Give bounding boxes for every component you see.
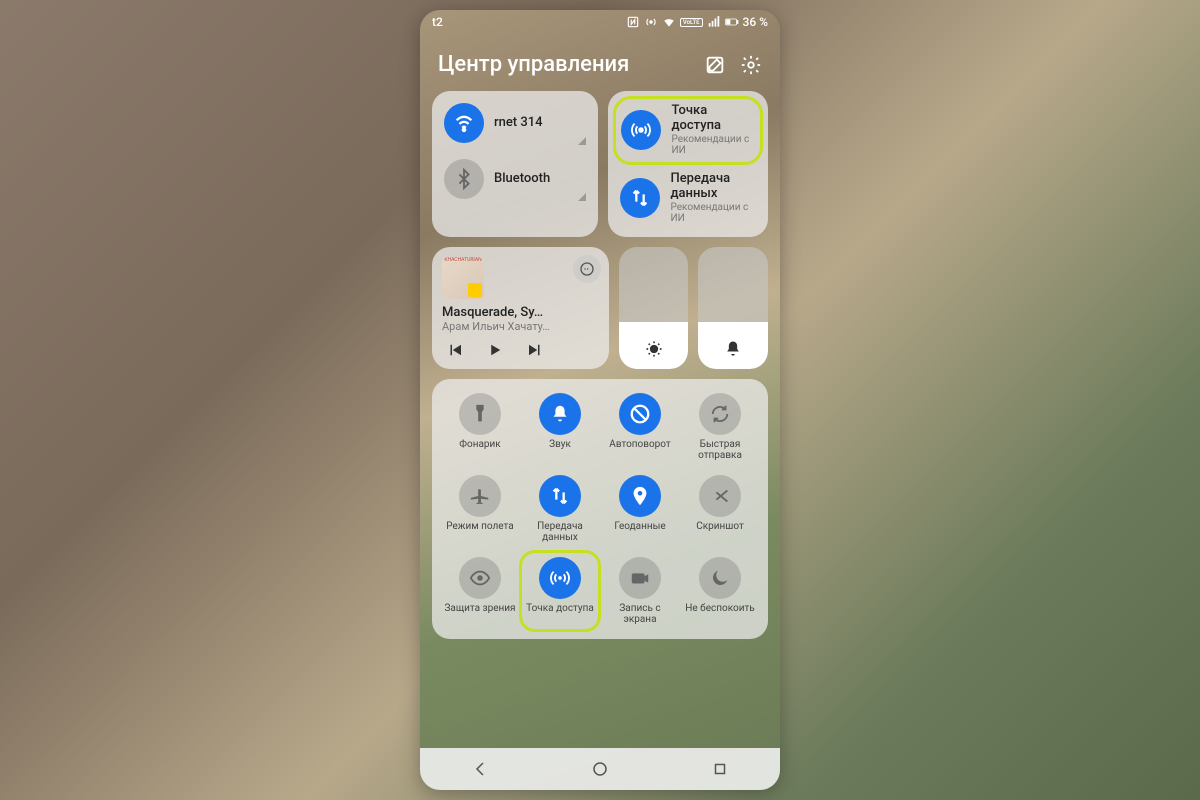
connectivity-panel-right: Точка доступа Рекомендации с ИИ Передача… bbox=[608, 91, 768, 237]
volte-icon: VoLTE bbox=[680, 18, 703, 27]
nav-home-icon[interactable] bbox=[591, 760, 609, 778]
rotate-icon bbox=[619, 393, 661, 435]
expand-indicator bbox=[578, 193, 586, 201]
carrier-label: t2 bbox=[432, 15, 443, 29]
bluetooth-icon bbox=[444, 159, 484, 199]
qs-label: Запись с экрана bbox=[602, 603, 678, 625]
pin-icon bbox=[619, 475, 661, 517]
qs-eye[interactable]: Защита зрения bbox=[442, 553, 518, 629]
qs-label: Геоданные bbox=[614, 521, 665, 543]
prev-icon[interactable] bbox=[446, 341, 464, 359]
nav-recent-icon[interactable] bbox=[711, 760, 729, 778]
data-icon bbox=[620, 178, 660, 218]
qs-share[interactable]: Быстрая отправка bbox=[682, 389, 758, 465]
data-sub: Рекомендации с ИИ bbox=[670, 202, 756, 225]
quick-settings-panel: Фонарик Звук Автоповорот Быстрая отправка Ре… bbox=[432, 379, 768, 639]
status-bar: t2 VoLTE 36 % bbox=[420, 10, 780, 34]
wifi-icon bbox=[444, 103, 484, 143]
battery-icon bbox=[725, 15, 739, 29]
qs-label: Фонарик bbox=[459, 439, 500, 461]
hotspot-icon bbox=[621, 110, 661, 150]
plane-icon bbox=[459, 475, 501, 517]
bell-icon bbox=[539, 393, 581, 435]
nfc-icon bbox=[626, 15, 640, 29]
header: Центр управления bbox=[420, 34, 780, 91]
expand-indicator bbox=[578, 137, 586, 145]
album-art: KHACHATURIAN bbox=[442, 257, 484, 299]
next-icon[interactable] bbox=[526, 341, 544, 359]
hotspot-status-icon bbox=[644, 15, 658, 29]
music-panel[interactable]: KHACHATURIAN Masquerade, Sy… Арам Ильич … bbox=[432, 247, 609, 369]
qs-scissors[interactable]: Скриншот bbox=[682, 471, 758, 547]
cast-icon[interactable] bbox=[573, 255, 601, 283]
bluetooth-toggle[interactable]: Bluetooth bbox=[442, 157, 588, 201]
data-title: Передача данных bbox=[670, 172, 756, 202]
control-center: rnet 314 Bluetooth Точка bbox=[420, 91, 780, 647]
track-artist: Арам Ильич Хачату… bbox=[442, 320, 582, 333]
hotspot-title: Точка доступа bbox=[671, 104, 755, 134]
qs-label: Не беспокоить bbox=[685, 603, 754, 625]
flashlight-icon bbox=[459, 393, 501, 435]
brightness-icon bbox=[644, 339, 664, 359]
page-title: Центр управления bbox=[438, 52, 629, 77]
nav-back-icon[interactable] bbox=[471, 760, 489, 778]
hotspot-sub: Рекомендации с ИИ bbox=[671, 134, 755, 157]
bluetooth-label: Bluetooth bbox=[494, 172, 550, 187]
qs-hotspot[interactable]: Точка доступа bbox=[519, 550, 601, 632]
hotspot-icon bbox=[539, 557, 581, 599]
wifi-toggle[interactable]: rnet 314 bbox=[442, 101, 588, 145]
edit-icon[interactable] bbox=[704, 54, 726, 76]
qs-moon[interactable]: Не беспокоить bbox=[682, 553, 758, 629]
hotspot-toggle[interactable]: Точка доступа Рекомендации с ИИ bbox=[613, 96, 763, 165]
bell-icon bbox=[723, 339, 743, 359]
qs-label: Защита зрения bbox=[444, 603, 515, 625]
qs-plane[interactable]: Режим полета bbox=[442, 471, 518, 547]
qs-rotate[interactable]: Автоповорот bbox=[602, 389, 678, 465]
brightness-slider[interactable] bbox=[619, 247, 689, 369]
connectivity-panel-left: rnet 314 Bluetooth bbox=[432, 91, 598, 237]
gear-icon[interactable] bbox=[740, 54, 762, 76]
signal-icon bbox=[707, 15, 721, 29]
wifi-status-icon bbox=[662, 15, 676, 29]
data-toggle[interactable]: Передача данных Рекомендации с ИИ bbox=[618, 170, 758, 227]
qs-label: Звук bbox=[549, 439, 571, 461]
wifi-label: rnet 314 bbox=[494, 116, 543, 131]
nav-bar bbox=[420, 748, 780, 790]
qs-flashlight[interactable]: Фонарик bbox=[442, 389, 518, 465]
qs-label: Точка доступа bbox=[526, 603, 594, 625]
camera-icon bbox=[619, 557, 661, 599]
qs-label: Режим полета bbox=[446, 521, 513, 543]
updown-icon bbox=[539, 475, 581, 517]
share-icon bbox=[699, 393, 741, 435]
phone-frame: t2 VoLTE 36 % Центр управления bbox=[420, 10, 780, 790]
qs-camera[interactable]: Запись с экрана bbox=[602, 553, 678, 629]
play-icon[interactable] bbox=[486, 341, 504, 359]
qs-label: Скриншот bbox=[696, 521, 744, 543]
qs-pin[interactable]: Геоданные bbox=[602, 471, 678, 547]
qs-bell[interactable]: Звук bbox=[522, 389, 598, 465]
qs-label: Передача данных bbox=[522, 521, 598, 543]
scissors-icon bbox=[699, 475, 741, 517]
qs-label: Быстрая отправка bbox=[682, 439, 758, 461]
track-title: Masquerade, Sy… bbox=[442, 305, 582, 320]
moon-icon bbox=[699, 557, 741, 599]
qs-label: Автоповорот bbox=[609, 439, 670, 461]
status-icons: VoLTE 36 % bbox=[626, 15, 768, 29]
battery-percent: 36 % bbox=[743, 15, 768, 29]
eye-icon bbox=[459, 557, 501, 599]
volume-slider[interactable] bbox=[698, 247, 768, 369]
qs-updown[interactable]: Передача данных bbox=[522, 471, 598, 547]
